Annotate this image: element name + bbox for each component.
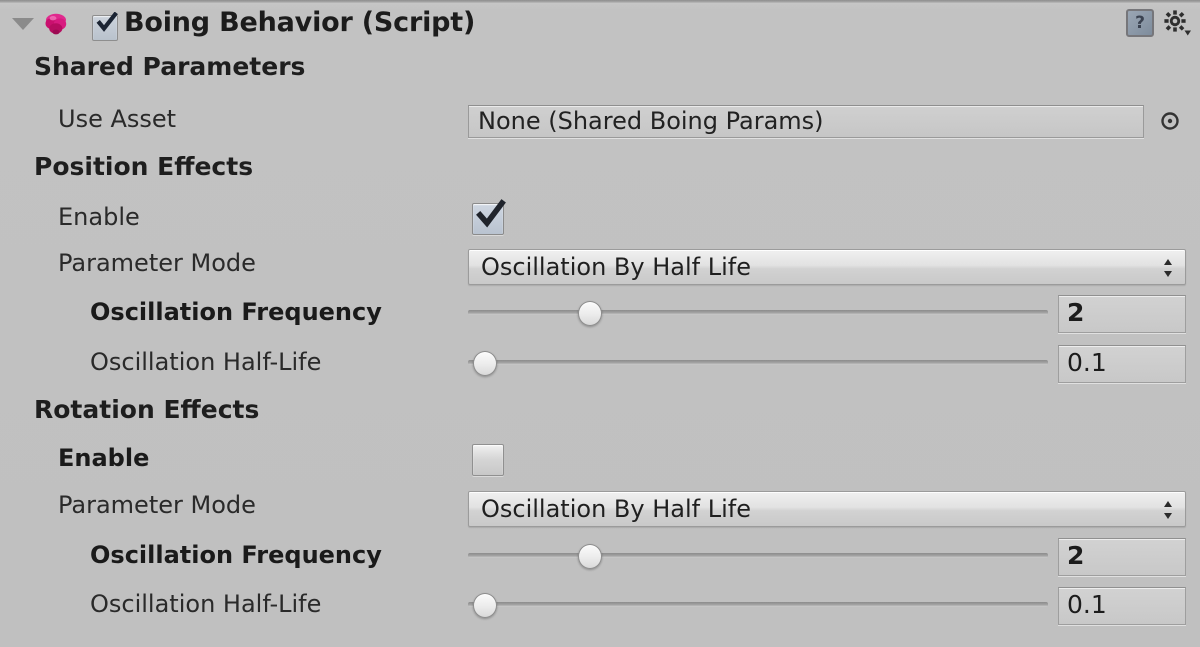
- component-header[interactable]: Boing Behavior (Script) ?: [0, 3, 1200, 45]
- slider-track: [468, 553, 1048, 558]
- gear-icon[interactable]: [1162, 8, 1192, 38]
- section-title: Position Effects: [34, 152, 254, 181]
- rotation-enable-label: Enable: [58, 444, 150, 472]
- component-title: Boing Behavior (Script): [124, 7, 476, 38]
- slider-track: [468, 602, 1048, 607]
- slider-track: [468, 310, 1048, 315]
- updown-arrows-icon: [1164, 501, 1172, 519]
- slider-knob[interactable]: [473, 593, 498, 618]
- position-oscillation-half-life-slider[interactable]: [468, 348, 1048, 378]
- use-asset-label: Use Asset: [58, 105, 177, 133]
- rotation-parameter-mode-dropdown[interactable]: Oscillation By Half Life: [468, 491, 1186, 527]
- rotation-oscillation-half-life-value: 0.1: [1067, 590, 1107, 619]
- checkmark-icon: [96, 12, 118, 32]
- slider-knob[interactable]: [577, 301, 602, 326]
- rotation-oscillation-frequency-value: 2: [1067, 541, 1085, 570]
- position-oscillation-half-life-value: 0.1: [1067, 348, 1107, 377]
- updown-arrows-icon: [1164, 259, 1172, 277]
- foldout-triangle-icon[interactable]: [12, 18, 34, 30]
- section-title: Rotation Effects: [34, 395, 260, 424]
- inspector-panel: Boing Behavior (Script) ? Shared Paramet…: [0, 0, 1200, 647]
- help-icon-glyph: ?: [1135, 13, 1145, 33]
- rotation-oscillation-half-life-label: Oscillation Half-Life: [90, 590, 322, 618]
- position-parameter-mode-label: Parameter Mode: [58, 249, 256, 277]
- position-parameter-mode-dropdown[interactable]: Oscillation By Half Life: [468, 249, 1186, 285]
- position-parameter-mode-value: Oscillation By Half Life: [481, 253, 751, 281]
- component-enabled-checkbox[interactable]: [92, 12, 118, 41]
- help-icon[interactable]: ?: [1126, 9, 1154, 37]
- position-oscillation-frequency-slider[interactable]: [468, 298, 1048, 328]
- rotation-oscillation-frequency-field[interactable]: 2: [1058, 538, 1186, 576]
- slider-knob[interactable]: [577, 544, 602, 569]
- position-oscillation-half-life-label: Oscillation Half-Life: [90, 348, 322, 376]
- position-oscillation-frequency-label: Oscillation Frequency: [90, 298, 382, 326]
- rotation-oscillation-half-life-field[interactable]: 0.1: [1058, 587, 1186, 625]
- rotation-parameter-mode-label: Parameter Mode: [58, 491, 256, 519]
- position-enable-checkbox[interactable]: [472, 199, 506, 235]
- slider-knob[interactable]: [473, 351, 498, 376]
- use-asset-value: None (Shared Boing Params): [478, 107, 824, 135]
- script-icon: [42, 11, 70, 38]
- position-oscillation-frequency-field[interactable]: 2: [1058, 295, 1186, 333]
- rotation-parameter-mode-value: Oscillation By Half Life: [481, 495, 751, 523]
- target-select-icon[interactable]: [1160, 111, 1180, 131]
- rotation-oscillation-frequency-label: Oscillation Frequency: [90, 541, 382, 569]
- rotation-enable-checkbox[interactable]: [472, 444, 504, 476]
- rotation-oscillation-frequency-slider[interactable]: [468, 541, 1048, 571]
- slider-track: [468, 360, 1048, 365]
- position-oscillation-frequency-value: 2: [1067, 298, 1085, 327]
- checkmark-icon: [476, 199, 506, 228]
- position-oscillation-half-life-field[interactable]: 0.1: [1058, 345, 1186, 383]
- rotation-oscillation-half-life-slider[interactable]: [468, 590, 1048, 620]
- section-title: Shared Parameters: [34, 52, 306, 81]
- position-enable-label: Enable: [58, 203, 140, 231]
- use-asset-object-field[interactable]: None (Shared Boing Params): [468, 105, 1144, 138]
